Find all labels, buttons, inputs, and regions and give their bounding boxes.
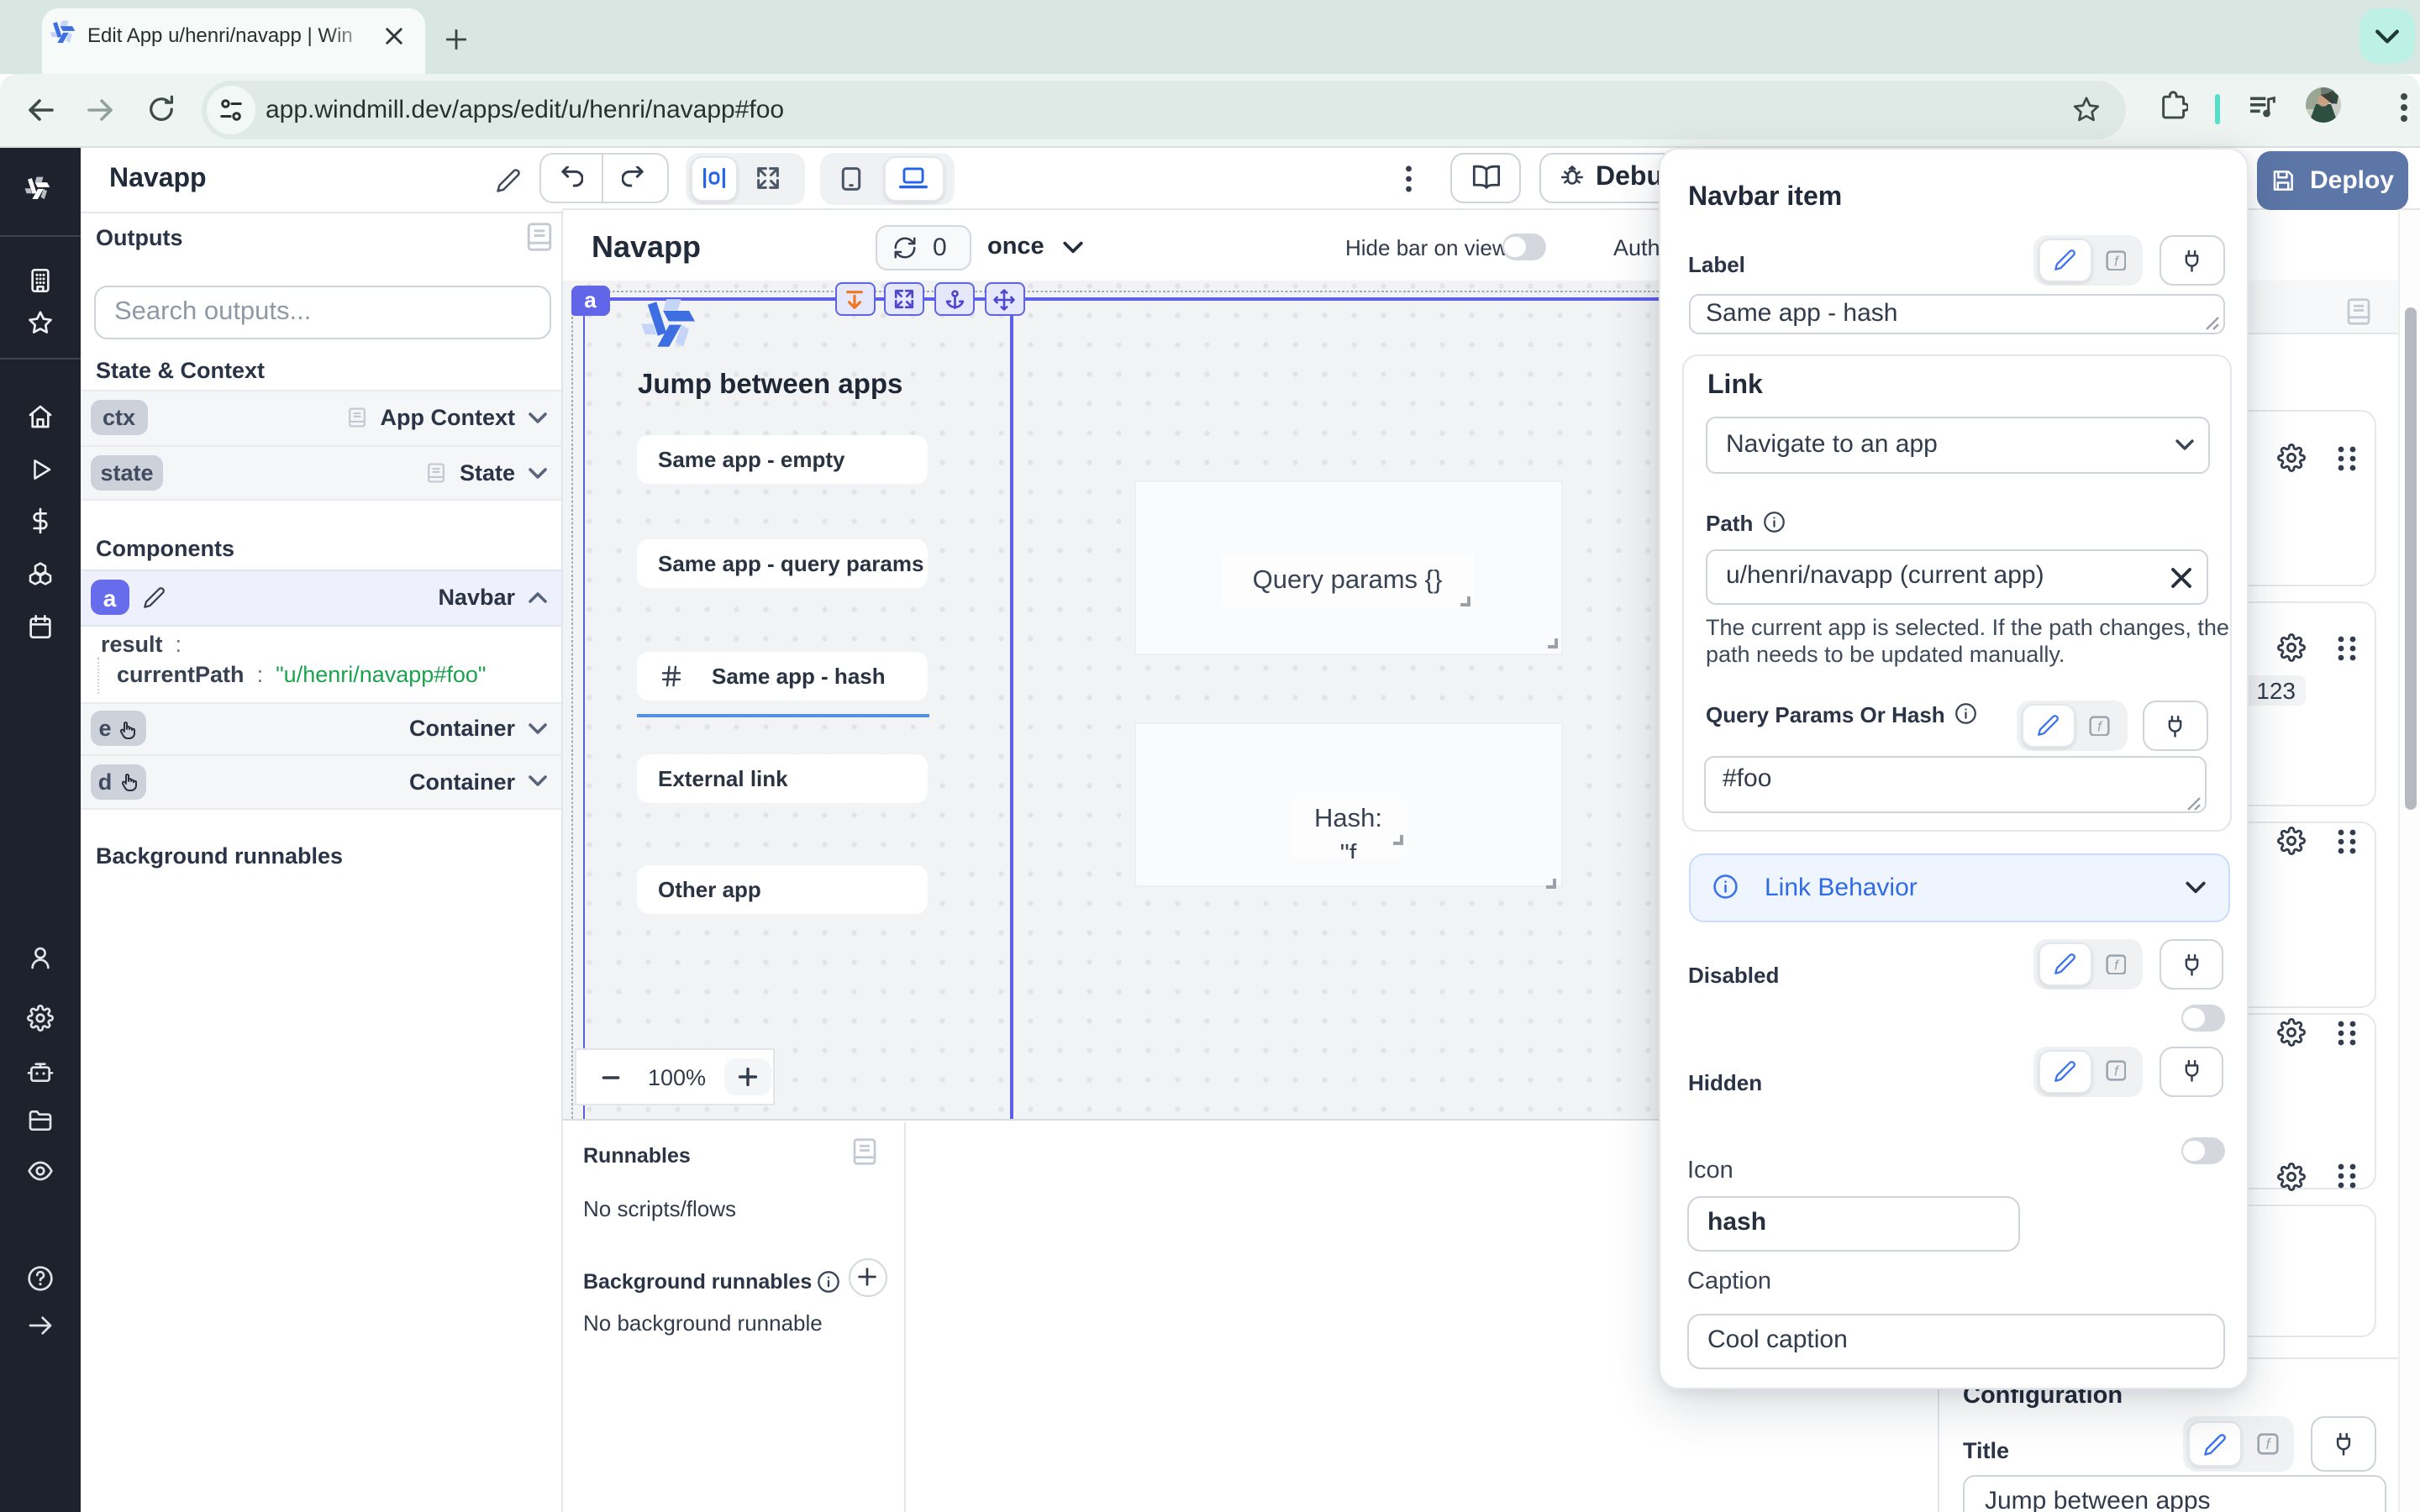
- svg-text:f: f: [2114, 253, 2120, 269]
- svg-text:f: f: [2265, 1436, 2271, 1452]
- svg-text:f: f: [2114, 1063, 2120, 1079]
- svg-text:f: f: [2098, 718, 2104, 734]
- svg-text:f: f: [2114, 957, 2120, 973]
